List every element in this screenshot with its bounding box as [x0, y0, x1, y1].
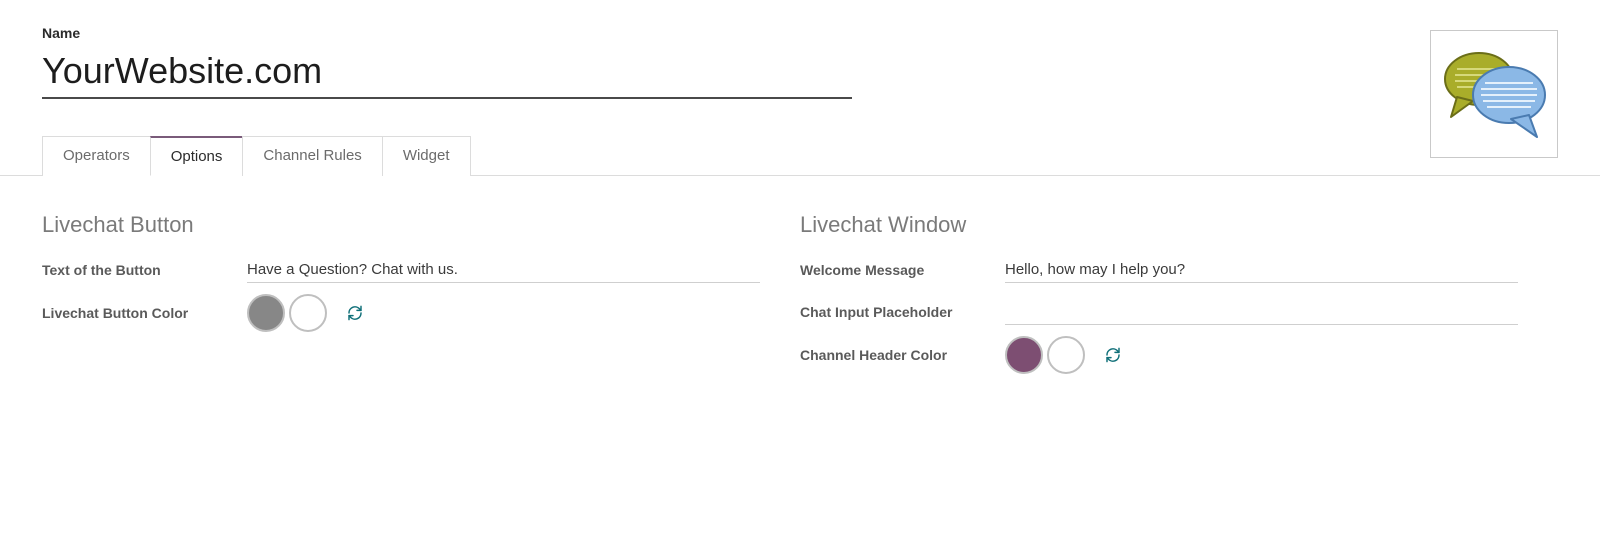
livechat-window-section: Livechat Window Welcome Message Chat Inp… — [800, 212, 1558, 380]
text-of-button-label: Text of the Button — [42, 262, 247, 278]
tab-bar: Operators Options Channel Rules Widget — [0, 135, 1600, 176]
chat-input-placeholder-input[interactable] — [1005, 299, 1518, 325]
section-title-button: Livechat Button — [42, 212, 760, 238]
section-title-window: Livechat Window — [800, 212, 1518, 238]
welcome-message-label: Welcome Message — [800, 262, 1005, 278]
livechat-settings-page: Name — [0, 0, 1600, 380]
header-color-primary-swatch[interactable] — [1005, 336, 1043, 374]
button-color-secondary-swatch[interactable] — [289, 294, 327, 332]
header-row: Name — [42, 25, 1558, 99]
name-label: Name — [42, 25, 852, 41]
tab-widget[interactable]: Widget — [382, 136, 471, 176]
channel-image-box[interactable] — [1430, 30, 1558, 158]
tab-operators[interactable]: Operators — [42, 136, 151, 176]
header-color-swatches — [1005, 336, 1518, 374]
button-color-primary-swatch[interactable] — [247, 294, 285, 332]
name-field-block: Name — [42, 25, 852, 99]
header-color-row: Channel Header Color — [800, 336, 1518, 374]
welcome-message-row: Welcome Message — [800, 252, 1518, 288]
tab-options[interactable]: Options — [150, 136, 244, 176]
button-color-swatches — [247, 294, 760, 332]
chat-input-placeholder-row: Chat Input Placeholder — [800, 294, 1518, 330]
chat-input-placeholder-label: Chat Input Placeholder — [800, 304, 1005, 320]
refresh-icon[interactable] — [347, 305, 363, 321]
chat-bubble-icon — [1439, 43, 1549, 146]
tab-channel-rules[interactable]: Channel Rules — [242, 136, 382, 176]
header-color-label: Channel Header Color — [800, 347, 1005, 363]
name-input[interactable] — [42, 47, 852, 99]
header-color-secondary-swatch[interactable] — [1047, 336, 1085, 374]
text-of-button-row: Text of the Button — [42, 252, 760, 288]
welcome-message-input[interactable] — [1005, 257, 1518, 283]
livechat-button-section: Livechat Button Text of the Button Livec… — [42, 212, 800, 380]
button-color-row: Livechat Button Color — [42, 294, 760, 332]
button-color-label: Livechat Button Color — [42, 305, 247, 321]
text-of-button-input[interactable] — [247, 257, 760, 283]
options-panel: Livechat Button Text of the Button Livec… — [42, 176, 1558, 380]
refresh-icon[interactable] — [1105, 347, 1121, 363]
